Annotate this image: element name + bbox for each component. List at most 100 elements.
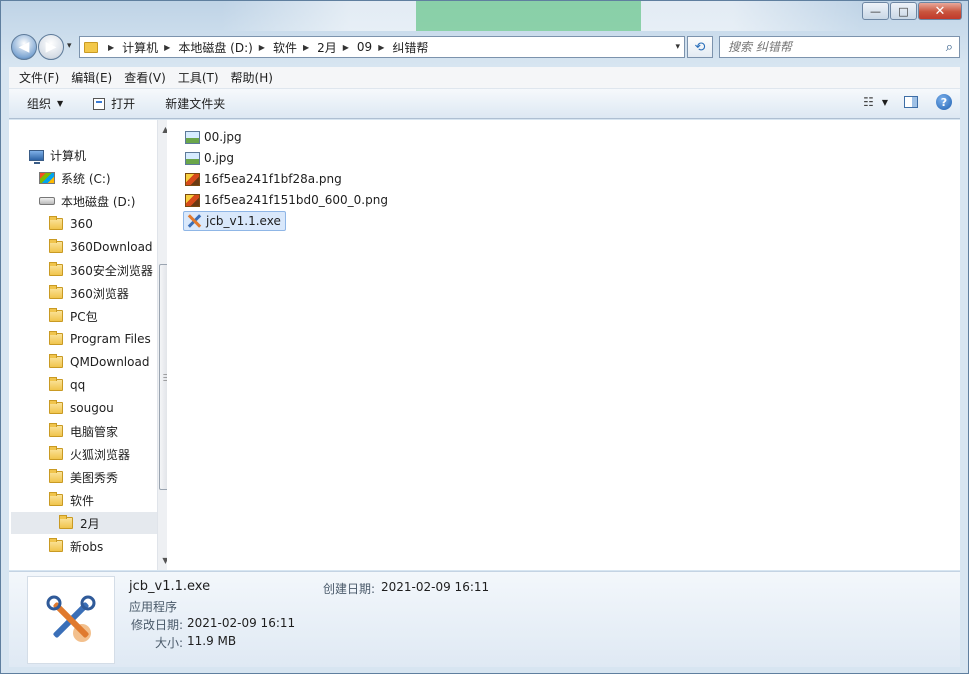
tree-item-folder[interactable]: PC包 xyxy=(49,305,157,327)
forward-arrow-icon: ▶ xyxy=(45,39,57,55)
file-item[interactable]: 16f5ea241f1bf28a.png xyxy=(183,169,346,189)
open-button[interactable]: 打开 xyxy=(93,95,135,112)
tree-item-label: 2月 xyxy=(80,516,100,531)
minimize-button[interactable]: — xyxy=(862,2,889,20)
tree-item-folder[interactable]: qq xyxy=(49,374,157,396)
tree-item-folder[interactable]: 360浏览器 xyxy=(49,282,157,304)
breadcrumb-computer[interactable]: 计算机 xyxy=(122,39,158,56)
tree-item-drive-c[interactable]: 系统 (C:) xyxy=(39,167,111,189)
folder-icon xyxy=(49,538,63,552)
size-label: 大小: xyxy=(155,636,184,650)
tree-item-label: QMDownload xyxy=(70,355,150,369)
change-view-icon[interactable]: ☷ xyxy=(863,95,874,109)
recent-pages-dropdown[interactable]: ▾ xyxy=(67,41,72,51)
file-list[interactable]: 00.jpg 0.jpg 16f5ea241f1bf28a.png 16f5ea… xyxy=(167,120,960,570)
image-file-icon xyxy=(185,151,200,165)
folder-icon xyxy=(49,446,63,460)
breadcrumb-february[interactable]: 2月 xyxy=(317,39,337,56)
folder-icon xyxy=(49,377,63,391)
folder-icon xyxy=(49,262,63,276)
breadcrumb-arrow-icon[interactable]: ▶ xyxy=(378,43,384,52)
tree-item-label: Program Files xyxy=(70,332,151,346)
file-name: jcb_v1.1.exe xyxy=(206,214,281,228)
organize-button[interactable]: 组织 ▼ xyxy=(27,95,63,112)
breadcrumb-09[interactable]: 09 xyxy=(357,40,372,54)
breadcrumb-arrow-icon[interactable]: ▶ xyxy=(259,43,265,52)
refresh-button[interactable]: ⟲ xyxy=(687,36,713,58)
tree-item-drive-d[interactable]: 本地磁盘 (D:) xyxy=(39,190,135,212)
tree-item-label: sougou xyxy=(70,401,114,415)
folder-icon xyxy=(49,492,63,506)
tree-item-folder[interactable]: 360Download xyxy=(49,236,157,258)
address-bar[interactable]: ▶ 计算机 ▶ 本地磁盘 (D:) ▶ 软件 ▶ 2月 ▶ 09 ▶ 纠错帮 ▾ xyxy=(79,36,685,58)
tree-item-folder[interactable]: 360 xyxy=(49,213,157,235)
folder-icon xyxy=(49,423,63,437)
tree-item-label: 系统 (C:) xyxy=(61,171,111,186)
tree-item-folder[interactable]: Program Files xyxy=(49,328,157,350)
tools-icon xyxy=(186,213,202,229)
breadcrumb-software[interactable]: 软件 xyxy=(273,39,297,56)
tree-item-folder[interactable]: 美图秀秀 xyxy=(49,466,157,488)
tree-item-label: qq xyxy=(70,378,86,392)
file-item-selected[interactable]: jcb_v1.1.exe xyxy=(183,211,286,231)
menu-file[interactable]: 文件(F) xyxy=(13,69,65,86)
menu-help[interactable]: 帮助(H) xyxy=(225,69,279,86)
tree-item-label: 360浏览器 xyxy=(70,286,129,301)
breadcrumb-arrow-icon[interactable]: ▶ xyxy=(343,43,349,52)
close-button[interactable]: ✕ xyxy=(918,2,962,20)
tree-item-folder[interactable]: 新obs xyxy=(49,535,157,557)
tree-item-february[interactable]: 2月 xyxy=(11,512,157,534)
magnifier-icon[interactable]: ⌕ xyxy=(946,40,953,55)
file-thumbnail xyxy=(27,576,115,664)
breadcrumb-jiucuobang[interactable]: 纠错帮 xyxy=(392,39,428,56)
tree-item-folder[interactable]: 360安全浏览器 xyxy=(49,259,157,281)
folder-icon xyxy=(49,239,63,253)
forward-button[interactable]: ▶ xyxy=(38,34,64,60)
breadcrumb-drive-d[interactable]: 本地磁盘 (D:) xyxy=(178,39,252,56)
address-dropdown-icon[interactable]: ▾ xyxy=(675,42,680,52)
explorer-window: — □ ✕ ◀ ▶ ▾ ▶ 计算机 ▶ 本地磁盘 (D:) ▶ 软件 ▶ 2月 … xyxy=(0,0,969,674)
menu-edit[interactable]: 编辑(E) xyxy=(65,69,118,86)
file-type: 应用程序 xyxy=(129,600,178,614)
tree-item-label: 360安全浏览器 xyxy=(70,263,153,278)
search-input[interactable] xyxy=(728,40,928,54)
breadcrumb-arrow-icon[interactable]: ▶ xyxy=(108,43,114,52)
help-icon[interactable]: ? xyxy=(936,94,952,110)
tree-item-folder[interactable]: 火狐浏览器 xyxy=(49,443,157,465)
breadcrumb-arrow-icon[interactable]: ▶ xyxy=(303,43,309,52)
file-item[interactable]: 0.jpg xyxy=(183,148,238,168)
open-icon xyxy=(93,97,106,110)
breadcrumb-arrow-icon[interactable]: ▶ xyxy=(164,43,170,52)
folder-icon xyxy=(49,400,63,414)
menu-view[interactable]: 查看(V) xyxy=(118,69,172,86)
tree-item-folder[interactable]: 软件 xyxy=(49,489,157,511)
menu-tools[interactable]: 工具(T) xyxy=(172,69,225,86)
file-name: 0.jpg xyxy=(204,151,235,165)
refresh-icon: ⟲ xyxy=(694,39,706,55)
tree-item-folder[interactable]: 电脑管家 xyxy=(49,420,157,442)
new-folder-button[interactable]: 新建文件夹 xyxy=(165,95,225,112)
back-button[interactable]: ◀ xyxy=(11,34,37,60)
png-file-icon xyxy=(185,193,200,207)
view-controls: ☷ ▼ ? xyxy=(863,94,952,110)
chevron-down-icon: ▼ xyxy=(57,99,64,108)
search-box[interactable]: ⌕ xyxy=(719,36,960,58)
tree-item-label: 新obs xyxy=(70,539,104,554)
tree-item-folder[interactable]: sougou xyxy=(49,397,157,419)
tree-item-computer[interactable]: 计算机 xyxy=(29,144,86,166)
folder-icon xyxy=(49,285,63,299)
navigation-pane: 计算机 系统 (C:) 本地磁盘 (D:) 360 360Download 36… xyxy=(9,120,173,570)
tree-item-folder[interactable]: QMDownload xyxy=(49,351,157,373)
tree-item-label: 软件 xyxy=(70,493,95,508)
title-bar[interactable]: — □ ✕ xyxy=(1,1,968,31)
maximize-button[interactable]: □ xyxy=(890,2,917,20)
tools-icon xyxy=(46,595,96,642)
file-item[interactable]: 16f5ea241f151bd0_600_0.png xyxy=(183,190,392,210)
hard-drive-icon xyxy=(39,197,55,205)
preview-pane-icon[interactable] xyxy=(904,96,918,108)
details-pane: jcb_v1.1.exe 应用程序 修改日期: 2021-02-09 16:11… xyxy=(9,571,960,667)
size-value: 11.9 MB xyxy=(187,634,237,648)
file-item[interactable]: 00.jpg xyxy=(183,127,246,147)
view-options-chevron-icon[interactable]: ▼ xyxy=(882,98,888,107)
selected-file-name: jcb_v1.1.exe xyxy=(129,579,211,594)
